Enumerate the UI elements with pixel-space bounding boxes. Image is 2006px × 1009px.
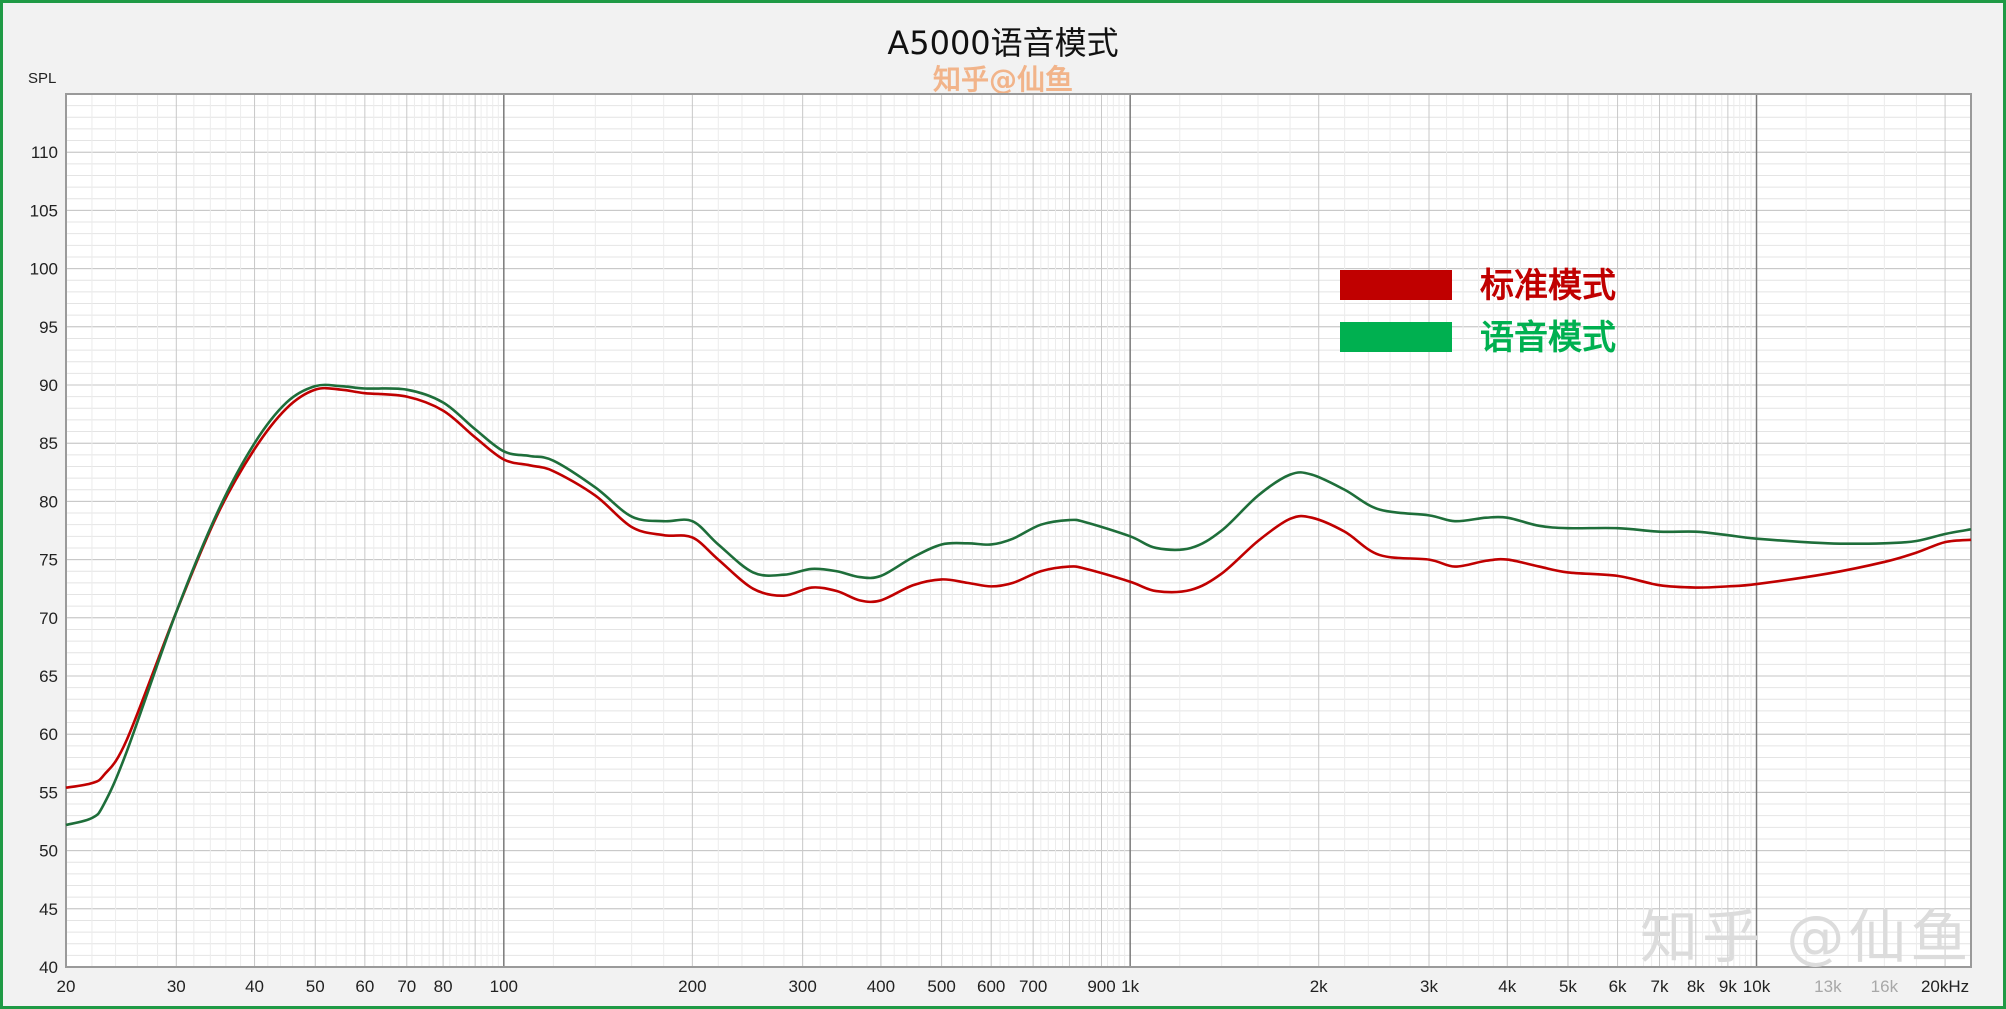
- chart-svg: 40 45 50 55 60 65 70 75 80 85 90 95 100 105 110 20 30 40 5…: [30, 93, 1972, 996]
- y-tick-label: 65: [39, 667, 58, 686]
- y-tick-label: 50: [39, 842, 58, 861]
- y-tick-label: 40: [39, 958, 58, 977]
- y-tick-label: 90: [39, 376, 58, 395]
- y-tick-label: 75: [39, 551, 58, 570]
- y-tick-label: 105: [30, 201, 58, 220]
- y-tick-label: 60: [39, 725, 58, 744]
- x-tick-label: 4k: [1498, 977, 1516, 996]
- x-tick-label: 1k: [1121, 977, 1139, 996]
- y-tick-label: 55: [39, 783, 58, 802]
- x-tick-label: 50: [306, 977, 325, 996]
- x-tick-label: 20: [57, 977, 76, 996]
- legend-swatch-standard: [1340, 270, 1452, 300]
- x-tick-label: 60: [355, 977, 374, 996]
- x-tick-label: 30: [167, 977, 186, 996]
- x-tick-label: 200: [678, 977, 706, 996]
- x-tick-label: 300: [788, 977, 816, 996]
- y-tick-label: 45: [39, 900, 58, 919]
- x-tick-label: 20kHz: [1921, 977, 1969, 996]
- x-tick-label: 70: [397, 977, 416, 996]
- x-tick-label: 40: [245, 977, 264, 996]
- y-tick-label: 70: [39, 609, 58, 628]
- y-tick-label: 85: [39, 434, 58, 453]
- x-tick-label: 500: [927, 977, 955, 996]
- x-tick-label: 10k: [1743, 977, 1771, 996]
- x-tick-label: 100: [490, 977, 518, 996]
- x-tick-label: 5k: [1559, 977, 1577, 996]
- x-tick-label: 700: [1019, 977, 1047, 996]
- y-tick-label: 95: [39, 318, 58, 337]
- x-tick-label: 13k: [1814, 977, 1842, 996]
- x-tick-label: 3k: [1420, 977, 1438, 996]
- x-tick-label: 80: [434, 977, 453, 996]
- watermark-corner: 知乎 @仙鱼: [1640, 903, 1973, 971]
- x-tick-label: 900: [1087, 977, 1115, 996]
- legend-label-standard: 标准模式: [1480, 266, 1616, 306]
- x-tick-label: 7k: [1651, 977, 1669, 996]
- x-tick-label: 400: [867, 977, 895, 996]
- x-tick-label: 8k: [1687, 977, 1705, 996]
- legend-swatch-voice: [1340, 322, 1452, 352]
- x-tick-label: 6k: [1609, 977, 1627, 996]
- y-tick-label: 110: [31, 143, 58, 162]
- legend-label-voice: 语音模式: [1480, 318, 1616, 358]
- x-tick-label: 9k: [1719, 977, 1737, 996]
- x-tick-label: 600: [977, 977, 1005, 996]
- x-tick-label: 2k: [1310, 977, 1328, 996]
- y-tick-label: 100: [30, 260, 58, 279]
- y-tick-label: 80: [39, 492, 58, 511]
- x-tick-label: 16k: [1871, 977, 1899, 996]
